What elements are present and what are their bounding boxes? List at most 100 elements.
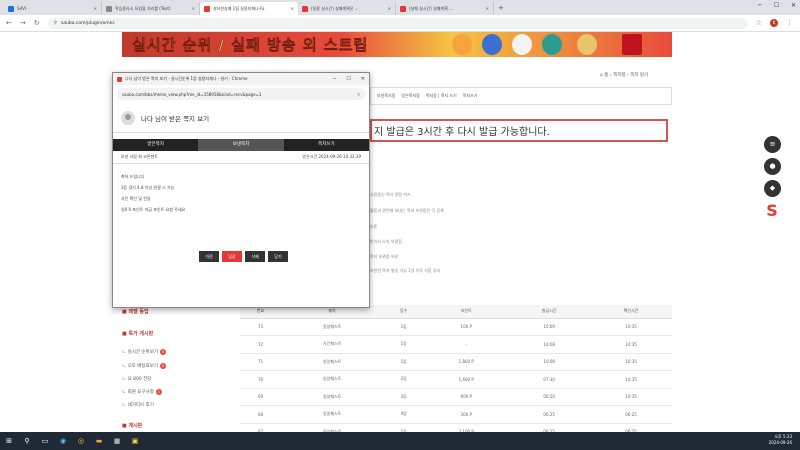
- bg-text: 보관한 쪽지 발송 가능 1일 이후 자동 정리: [370, 268, 441, 273]
- app-icon[interactable]: ■: [112, 436, 122, 446]
- file-explorer-icon[interactable]: ▬: [94, 436, 104, 446]
- table-cell: 일일퀘스트: [280, 388, 384, 406]
- browser-tab[interactable]: (실패 실시간) 실패계획 ... ✕: [396, 2, 494, 15]
- table-cell: 10:09: [508, 318, 591, 336]
- tab-write[interactable]: 쪽지쓰기: [283, 139, 369, 151]
- popup-minimize-icon[interactable]: ─: [333, 76, 336, 82]
- banner-character-image: [482, 34, 502, 55]
- alarm-float-button[interactable]: ◆: [764, 180, 781, 197]
- popup-maximize-icon[interactable]: ☐: [346, 76, 350, 82]
- sidebar-item[interactable]: ㄴ 오토 베팅표보기 5: [122, 363, 166, 369]
- popup-close-icon[interactable]: ✕: [361, 76, 365, 82]
- menu-sent[interactable]: 보낸쪽지함: [377, 93, 395, 99]
- message-line: 일0 0 포인트 지급 포인트 요청 주세요: [121, 207, 186, 212]
- table-cell: 2등: [383, 370, 425, 389]
- sidebar-section-title[interactable]: ■ 특가 게시판: [122, 330, 153, 337]
- forward-icon[interactable]: →: [20, 19, 26, 27]
- table-row[interactable]: 70 일일퀘스트 2등 1,600 P 07:30 10:35: [240, 370, 672, 389]
- task-view-icon[interactable]: ▭: [40, 436, 50, 446]
- tab-sent[interactable]: 보낸쪽지: [198, 139, 284, 151]
- browser-tab[interactable]: (실용 실시간) 실패계획은 ... ✕: [298, 2, 396, 15]
- maximize-icon[interactable]: ☐: [774, 2, 779, 9]
- popup-heading: 나다 님이 받은 쪽지 보기: [141, 114, 210, 123]
- count-badge: 5: [159, 363, 166, 369]
- table-cell: 3등: [383, 388, 425, 406]
- message-line: 축하 드립니다: [121, 174, 145, 179]
- clock-date: 2024-09-26: [768, 440, 792, 445]
- tab-received[interactable]: 받은쪽지: [113, 139, 199, 151]
- table-cell: 100 P: [424, 318, 509, 336]
- menu-write[interactable]: 쪽지쓰기: [463, 93, 478, 99]
- banner-character-image: [577, 34, 597, 55]
- sidebar-item[interactable]: ㄴ 요 800 전당: [122, 376, 151, 382]
- table-row[interactable]: 73 일일퀘스트 1등 100 P 10:09 10:35: [240, 318, 672, 336]
- bg-text: 보존: [370, 224, 378, 229]
- profile-avatar[interactable]: K: [769, 19, 778, 27]
- table-row[interactable]: 72 기간퀘스트 1등 -10:08 10:35: [240, 335, 672, 354]
- reload-icon[interactable]: ↻: [34, 19, 40, 27]
- delete-button[interactable]: 삭제: [245, 251, 265, 262]
- sidebar-item[interactable]: ㄴ 실시간 순위보기 3: [122, 349, 166, 355]
- tab-close-icon[interactable]: ✕: [192, 6, 195, 11]
- prev-button[interactable]: 이전: [199, 251, 219, 262]
- browser-tab[interactable]: 학습용사소 모킹을 처리를 (Text) ✕: [102, 2, 200, 15]
- close-icon[interactable]: ✕: [791, 2, 796, 9]
- tab-close-icon[interactable]: ✕: [291, 6, 294, 11]
- table-cell: 일일퀘스트: [280, 370, 384, 389]
- sidebar-section-title[interactable]: ■ 게시판: [122, 422, 142, 429]
- user-float-button[interactable]: ●: [764, 158, 781, 175]
- tab-label: 학습용사소 모킹을 처리를 (Text): [115, 5, 171, 11]
- notice-text: 지 발급은 3시간 후 다시 발급 가능합니다.: [374, 127, 550, 138]
- menu-received[interactable]: 받은쪽지함: [401, 93, 419, 99]
- browser-tab[interactable]: SAVI ✕: [4, 2, 102, 15]
- table-cell: 10:08: [508, 335, 591, 354]
- menu-memobox[interactable]: 쪽지함 | 쪽지 쓰기: [426, 93, 457, 99]
- popup-titlebar[interactable]: 나다 님이 받은 쪽지 보기 - 실시간순위 1등 설용지재나 - 설기 - C…: [113, 73, 369, 85]
- site-logo-icon[interactable]: S: [763, 202, 781, 220]
- sidebar-level-title[interactable]: ■ 레벨 등업: [122, 308, 149, 315]
- taskbar: ⊞ ⚲ ▭ ◉ ◎ ▬ ■ ▣ 오후 5:33 2024-09-26: [0, 432, 800, 450]
- tab-close-icon[interactable]: ✕: [486, 6, 489, 11]
- sidebar-item[interactable]: ㄴ 네거티브 후기: [122, 402, 154, 408]
- tab-close-icon[interactable]: ✕: [94, 6, 97, 11]
- windows-start-icon[interactable]: ⊞: [4, 436, 14, 446]
- table-cell: 1,800 P: [424, 353, 509, 371]
- memo-menu: 보낸쪽지함 받은쪽지함 쪽지함 | 쪽지 쓰기 쪽지쓰기: [370, 87, 672, 105]
- user-avatar-icon: [121, 110, 135, 125]
- back-icon[interactable]: ←: [6, 19, 12, 27]
- reply-button[interactable]: 답장: [222, 251, 242, 262]
- edge-icon[interactable]: ◉: [58, 436, 68, 446]
- table-cell: 10:35: [590, 388, 672, 406]
- table-cell: 06:50: [508, 388, 591, 406]
- sidebar-item[interactable]: ㄴ 회원 요구사항 1: [122, 389, 162, 395]
- table-cell: 300 P: [424, 405, 509, 424]
- tab-favicon: [400, 5, 406, 12]
- table-row[interactable]: 69 일일퀘스트 3등 600 P 06:50 10:35: [240, 388, 672, 406]
- menu-icon[interactable]: ⋮: [786, 19, 793, 27]
- new-tab-button[interactable]: +: [498, 2, 504, 15]
- bg-text: 쪽지 보관함 보관: [370, 254, 399, 259]
- chrome-icon[interactable]: ◎: [76, 436, 86, 446]
- popup-url-bar[interactable]: sauba.com/bbs/memo_view.php?me_id=358958…: [117, 88, 365, 100]
- bookmark-star-icon[interactable]: ☆: [756, 19, 762, 27]
- system-clock[interactable]: 오후 5:33 2024-09-26: [769, 434, 792, 446]
- minimize-icon[interactable]: ─: [758, 2, 762, 9]
- table-row[interactable]: 71 일일퀘스트 1등 1,800 P 10:08 10:35: [240, 353, 672, 371]
- site-info-icon[interactable]: ⚲: [54, 21, 57, 26]
- table-cell: 10:35: [590, 353, 672, 371]
- bg-text: 사용중인 쪽지 알람 켜기: [370, 192, 411, 197]
- browser-tab[interactable]: 설하한실패 1됨 실용지재나-Fa ✕: [200, 2, 298, 15]
- tab-close-icon[interactable]: ✕: [388, 6, 391, 11]
- menu-float-button[interactable]: ≡: [764, 136, 781, 153]
- search-icon[interactable]: ⚲: [22, 436, 32, 446]
- table-cell: 기간퀘스트: [280, 335, 384, 354]
- zoom-icon[interactable]: ⚲: [357, 92, 360, 97]
- table-row[interactable]: 68 일일퀘스트 4등 300 P 06:25 06:25: [240, 405, 672, 424]
- close-button[interactable]: 닫기: [268, 251, 288, 262]
- top-banner[interactable]: 실시간 순위 / 실패 방송 외 스트립: [122, 32, 672, 57]
- app-icon[interactable]: ▣: [130, 436, 140, 446]
- url-input[interactable]: ⚲ sauba.com/plugin/omec: [47, 17, 748, 29]
- popup-window-title: 나다 님이 받은 쪽지 보기 - 실시간순위 1등 설용지재나 - 설기 - C…: [125, 76, 248, 81]
- tab-label: SAVI: [17, 6, 27, 11]
- table-cell: 10:35: [590, 370, 672, 389]
